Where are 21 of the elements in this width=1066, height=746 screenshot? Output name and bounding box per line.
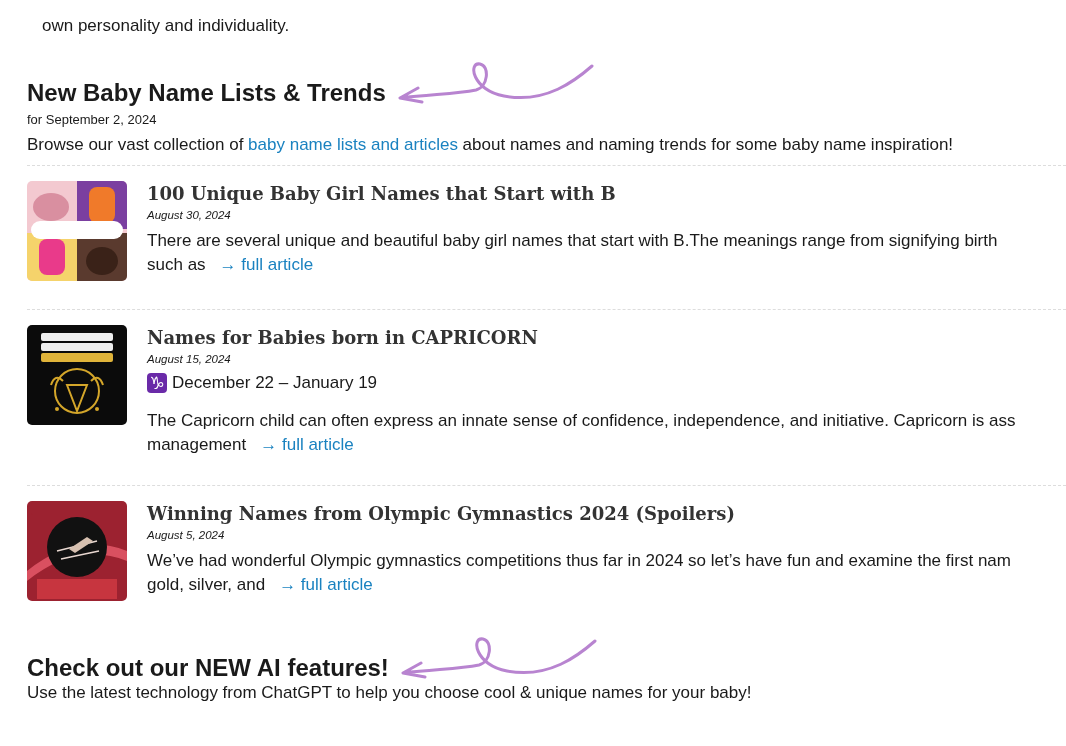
section-intro: Browse our vast collection of baby name lists and articles about names and naming trends for some baby name inspiration! — [27, 134, 955, 156]
article-title[interactable]: Winning Names from Olympic Gymnastics 2024 (Spoilers) — [147, 501, 1066, 527]
article-date: August 30, 2024 — [147, 209, 232, 221]
article-title[interactable]: 100 Unique Baby Girl Names that Start with B — [147, 181, 1066, 207]
lists-link[interactable]: baby name lists and articles — [248, 135, 458, 154]
full-article-link[interactable]: → full article — [279, 575, 373, 594]
article-date: August 15, 2024 — [147, 353, 232, 365]
article-title[interactable]: Names for Babies born in CAPRICORN — [147, 325, 1066, 351]
full-article-link[interactable]: → full article — [219, 255, 314, 274]
article-date: August 5, 2024 — [147, 529, 226, 541]
section-date: for September 2, 2024 — [27, 112, 158, 127]
section-intro: Use the latest technology from ChatGPT to help you choose cool & unique names for your baby! — [27, 683, 753, 703]
article-excerpt: The Capricorn child can often express an innate sense of confidence, independence, and initiative. Capricorn is ass management → full article — [147, 410, 1017, 456]
capricorn-sign-icon: ♑ — [147, 373, 167, 393]
section-heading: New Baby Name Lists & Trends — [27, 78, 386, 108]
list-item-text: own personality and individuality. — [42, 15, 291, 37]
date-range: December 22 – January 19 — [172, 373, 378, 393]
full-article-link[interactable]: → full article — [260, 435, 354, 454]
article-excerpt: There are several unique and beautiful baby girl names that start with B.The meanings range from signifying birth such as → full article — [147, 230, 999, 276]
article-excerpt: We’ve had wonderful Olympic gymnastics competitions thus far in 2024 so let’s have fun and examine the first nam gold, silver, and → full article — [147, 550, 1012, 596]
section-heading: Check out our NEW AI features! — [27, 653, 389, 683]
